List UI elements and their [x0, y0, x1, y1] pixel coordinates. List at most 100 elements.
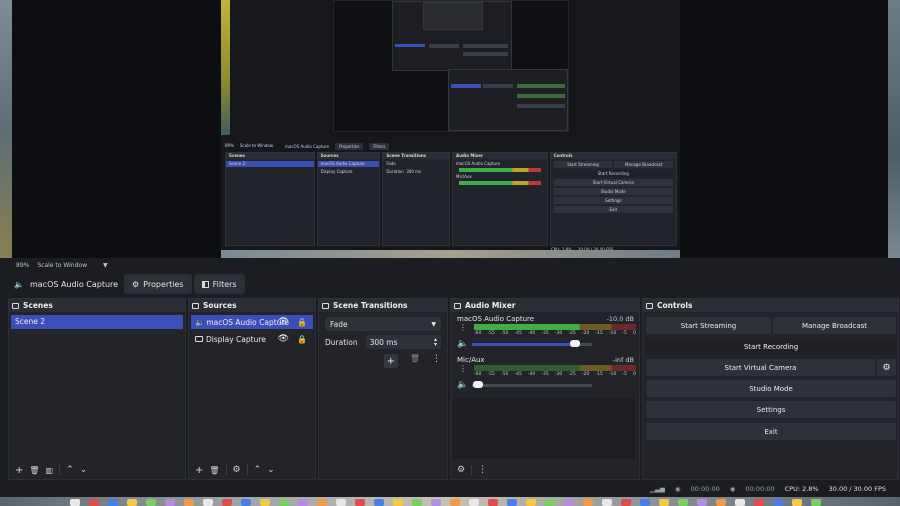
- dock-app-tile[interactable]: [279, 499, 289, 506]
- dock-app-tile[interactable]: [431, 499, 441, 506]
- move-up-icon[interactable]: ⌃: [66, 465, 74, 475]
- window-icon: [12, 302, 19, 309]
- filter-icon[interactable]: ▥: [46, 466, 54, 475]
- more-icon[interactable]: ⋮: [459, 324, 467, 332]
- dock-app-tile[interactable]: [412, 499, 422, 506]
- lock-icon[interactable]: 🔒: [297, 318, 307, 327]
- add-icon[interactable]: +: [15, 465, 23, 476]
- mini-props-row: macOS Audio Capture Properties Filters: [225, 141, 677, 151]
- dock-app-tile[interactable]: [602, 499, 612, 506]
- dock-app-tile[interactable]: [583, 499, 593, 506]
- dock-app-tile[interactable]: [773, 499, 783, 506]
- dock-app-tile[interactable]: [564, 499, 574, 506]
- chevron-down-icon[interactable]: ▼: [103, 262, 108, 269]
- record-time: 00:00:00: [745, 485, 775, 493]
- spin-arrows-icon[interactable]: ▴ ▾: [434, 337, 437, 348]
- scenes-footer: + 🗑 ▥ ⌃ ⌄: [9, 461, 185, 479]
- window-icon: [646, 302, 653, 309]
- more-icon[interactable]: ⋮: [459, 365, 467, 373]
- dock-app-tile[interactable]: [336, 499, 346, 506]
- eye-icon[interactable]: 👁: [278, 334, 289, 344]
- dock-app-tile[interactable]: [260, 499, 270, 506]
- dock-app-tile[interactable]: [317, 499, 327, 506]
- gear-icon[interactable]: ⚙: [457, 465, 465, 475]
- transition-select[interactable]: Fade ▼: [325, 317, 441, 331]
- start-recording-button[interactable]: Start Recording: [646, 338, 896, 355]
- virtual-camera-settings-button[interactable]: ⚙: [877, 359, 896, 376]
- properties-button[interactable]: ⚙ Properties: [124, 274, 192, 294]
- source-item-macos-audio[interactable]: 🔈 macOS Audio Capture 👁 🔒: [191, 315, 313, 329]
- dock-app-tile[interactable]: [146, 499, 156, 506]
- speaker-icon[interactable]: 🔈: [457, 380, 468, 390]
- dock-app-tile[interactable]: [450, 499, 460, 506]
- dock-app-tile[interactable]: [716, 499, 726, 506]
- dock-app-tile[interactable]: [735, 499, 745, 506]
- dock-app-tile[interactable]: [222, 499, 232, 506]
- dock-app-tile[interactable]: [165, 499, 175, 506]
- volume-slider-handle[interactable]: [473, 381, 483, 388]
- dock-app-tile[interactable]: [393, 499, 403, 506]
- dock-app-tile[interactable]: [184, 499, 194, 506]
- dock-app-tile[interactable]: [298, 499, 308, 506]
- controls-dock-title: Controls: [643, 299, 898, 312]
- dock-app-tile[interactable]: [355, 499, 365, 506]
- gear-icon[interactable]: ⚙: [233, 465, 241, 475]
- meter-tick-label: -30: [554, 331, 563, 336]
- dock-app-tile[interactable]: [545, 499, 555, 506]
- volume-slider[interactable]: [472, 384, 592, 387]
- source-item-display-capture[interactable]: Display Capture 👁 🔒: [191, 332, 313, 346]
- settings-button[interactable]: Settings: [646, 401, 896, 418]
- lock-icon[interactable]: 🔒: [297, 335, 307, 344]
- duration-spinbox[interactable]: 300 ms ▴ ▾: [365, 335, 441, 349]
- fps-readout: 30.00 / 30.00 FPS: [828, 485, 886, 493]
- dock-app-tile[interactable]: [640, 499, 650, 506]
- scene-item[interactable]: Scene 2: [11, 315, 183, 329]
- dock-app-tile[interactable]: [89, 499, 99, 506]
- dock-app-tile[interactable]: [754, 499, 764, 506]
- preview-area[interactable]: 89% Scale to Window macOS Audio Capture …: [0, 0, 900, 258]
- add-transition-button[interactable]: +: [383, 354, 398, 368]
- start-streaming-button[interactable]: Start Streaming: [646, 317, 771, 334]
- more-icon[interactable]: ⋮: [478, 465, 487, 475]
- eye-icon[interactable]: 👁: [278, 317, 289, 327]
- dock-app-tile[interactable]: [70, 499, 80, 506]
- dock-app-tile[interactable]: [678, 499, 688, 506]
- meter-tick-label: -5: [622, 372, 627, 377]
- meter-tick-label: -45: [514, 331, 522, 336]
- dock-app-tile[interactable]: [811, 499, 821, 506]
- dock-app-tile[interactable]: [108, 499, 118, 506]
- manage-broadcast-button[interactable]: Manage Broadcast: [773, 317, 896, 334]
- dock-app-tile[interactable]: [241, 499, 251, 506]
- speaker-icon[interactable]: 🔈: [457, 339, 468, 349]
- desktop-wallpaper-left: [0, 0, 12, 258]
- dock-app-tile[interactable]: [697, 499, 707, 506]
- window-icon: [322, 302, 329, 309]
- exit-button[interactable]: Exit: [646, 423, 896, 440]
- filters-button[interactable]: Filters: [193, 274, 245, 294]
- dock-app-tile[interactable]: [203, 499, 213, 506]
- move-up-icon[interactable]: ⌃: [254, 465, 262, 475]
- dock-app-tile[interactable]: [127, 499, 137, 506]
- dock-app-tile[interactable]: [621, 499, 631, 506]
- trash-icon[interactable]: 🗑: [209, 466, 219, 475]
- meter-tick-label: -35: [541, 372, 549, 377]
- move-down-icon[interactable]: ⌄: [80, 465, 88, 475]
- dock-app-tile[interactable]: [374, 499, 384, 506]
- preview-canvas[interactable]: 89% Scale to Window macOS Audio Capture …: [221, 0, 680, 258]
- move-down-icon[interactable]: ⌄: [267, 465, 275, 475]
- dock-app-tile[interactable]: [659, 499, 669, 506]
- trash-icon[interactable]: 🗑: [29, 466, 39, 475]
- volume-slider-handle[interactable]: [570, 340, 581, 347]
- scale-mode-select[interactable]: Scale to Window: [37, 262, 87, 269]
- dock-app-tile[interactable]: [488, 499, 498, 506]
- dock-app-tile[interactable]: [526, 499, 536, 506]
- start-virtual-camera-button[interactable]: Start Virtual Camera: [646, 359, 875, 376]
- dock-app-tile[interactable]: [507, 499, 517, 506]
- more-icon[interactable]: ⋮: [432, 354, 441, 368]
- studio-mode-button[interactable]: Studio Mode: [646, 380, 896, 397]
- dock-app-tile[interactable]: [792, 499, 802, 506]
- add-icon[interactable]: +: [195, 465, 203, 476]
- speaker-icon: 🔈: [195, 317, 205, 327]
- dock-app-tile[interactable]: [469, 499, 479, 506]
- trash-icon[interactable]: 🗑: [410, 354, 420, 368]
